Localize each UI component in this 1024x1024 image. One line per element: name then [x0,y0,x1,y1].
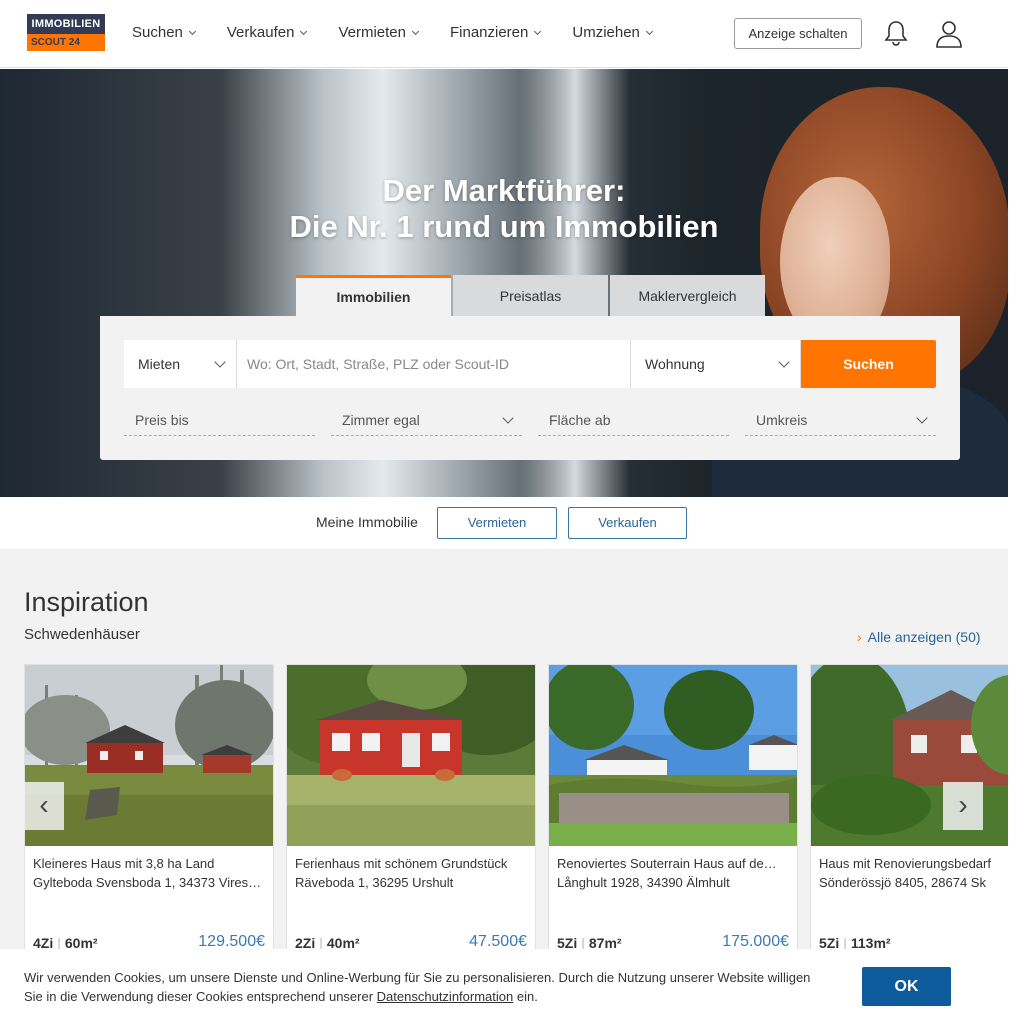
bell-icon[interactable] [884,20,908,46]
nav-umziehen[interactable]: Umziehen [572,24,653,41]
offer-type-select[interactable]: Mieten [124,340,237,388]
listing-title: Kleineres Haus mit 3,8 ha Land [33,856,215,871]
chevron-right-icon: › [857,629,862,645]
cookie-ok-button[interactable]: OK [862,967,951,1006]
chevron-down-icon [534,27,542,35]
price-filter-input[interactable]: Preis bis [124,408,315,436]
anzeige-schalten-button[interactable]: Anzeige schalten [734,18,862,49]
hero-title-line1: Der Marktführer: [382,173,626,208]
inspiration-title: Inspiration [24,587,149,617]
search-panel: Mieten Wo: Ort, Stadt, Straße, PLZ oder … [100,316,960,460]
listing-address: Räveboda 1, 36295 Urshult [295,875,454,890]
chevron-down-icon [502,412,514,424]
house-photo-3 [549,665,797,846]
nav-finanzieren[interactable]: Finanzieren [449,24,542,41]
listing-title: Ferienhaus mit schönem Grundstück [295,856,508,871]
verkaufen-button[interactable]: Verkaufen [568,507,687,539]
listing-address: Långhult 1928, 34390 Älmhult [557,875,730,890]
cookie-text: Wir verwenden Cookies, um unsere Dienste… [24,968,824,1006]
listing-address: Sönderössjö 8405, 28674 Sk [819,875,986,890]
listing-title: Renoviertes Souterrain Haus auf de… [557,856,777,871]
datenschutz-link[interactable]: Datenschutzinformation [377,989,514,1004]
nav-verkaufen[interactable]: Verkaufen [226,24,308,41]
listing-title: Haus mit Renovierungsbedarf [819,856,991,871]
search-tabs: Immobilien Preisatlas Maklervergleich [296,275,767,316]
house-photo-2 [287,665,535,846]
chevron-left-icon: ‹ [39,789,49,820]
vermieten-button[interactable]: Vermieten [437,507,557,539]
listing-card[interactable]: Renoviertes Souterrain Haus auf de… Lång… [548,664,798,964]
logo-line1: IMMOBILIEN [27,14,105,34]
area-filter-input[interactable]: Fläche ab [538,408,729,436]
nav-suchen-label: Suchen [132,24,183,41]
main-nav: Suchen Verkaufen Vermieten Finanzieren U… [132,24,684,41]
nav-vermieten-label: Vermieten [338,24,406,41]
listing-card[interactable]: Ferienhaus mit schönem Grundstück Rävebo… [286,664,536,964]
top-header: IMMOBILIEN SCOUT 24 Suchen Verkaufen Ver… [0,0,1008,68]
nav-umziehen-label: Umziehen [572,24,640,41]
chevron-down-icon [214,356,226,368]
user-icon[interactable] [936,20,962,48]
chevron-right-icon: › [958,789,968,820]
filter-row: Preis bis Zimmer egal Fläche ab Umkreis [124,408,936,436]
see-all-label: Alle anzeigen (50) [867,629,981,645]
listing-address: Gylteboda Svensboda 1, 34373 Vires… [33,875,262,890]
tab-preisatlas[interactable]: Preisatlas [453,275,608,316]
chevron-down-icon [645,27,653,35]
chevron-down-icon [300,27,308,35]
nav-verkaufen-label: Verkaufen [226,24,295,41]
search-field-row: Mieten Wo: Ort, Stadt, Straße, PLZ oder … [124,340,936,388]
listing-carousel: Kleineres Haus mit 3,8 ha Land Gylteboda… [24,664,1008,964]
hero-title: Der Marktführer: Die Nr. 1 rund um Immob… [0,173,1008,245]
property-type-select[interactable]: Wohnung [631,340,801,388]
tab-immobilien[interactable]: Immobilien [296,275,451,316]
hero-title-line2: Die Nr. 1 rund um Immobilien [289,209,719,244]
chevron-down-icon [778,356,790,368]
rooms-filter-select[interactable]: Zimmer egal [331,408,522,436]
property-type-value: Wohnung [645,356,705,372]
immobilienscout24-logo[interactable]: IMMOBILIEN SCOUT 24 [27,14,105,52]
chevron-down-icon [188,27,196,35]
carousel-next-button[interactable]: › [943,782,983,830]
chevron-down-icon [411,27,420,35]
listing-photo [287,665,535,846]
radius-filter-value: Umkreis [756,412,808,428]
see-all-link[interactable]: › Alle anzeigen (50) [857,629,981,645]
cookie-text-part2: ein. [513,989,538,1004]
carousel-prev-button[interactable]: ‹ [24,782,64,830]
inspiration-subtitle: Schwedenhäuser [24,626,140,643]
meine-immobilie-bar: Meine Immobilie Vermieten Verkaufen [0,497,1008,549]
tab-maklervergleich[interactable]: Maklervergleich [610,275,765,316]
hero-banner: Der Marktführer: Die Nr. 1 rund um Immob… [0,69,1008,497]
search-submit-button[interactable]: Suchen [801,340,936,388]
cookie-banner: Wir verwenden Cookies, um unsere Dienste… [0,949,1008,1024]
nav-finanzieren-label: Finanzieren [449,24,529,41]
radius-filter-select[interactable]: Umkreis [745,408,936,436]
page-right-edge [1008,0,1024,1024]
logo-line2: SCOUT 24 [27,34,105,51]
listing-photo [549,665,797,846]
meine-immobilie-label: Meine Immobilie [316,514,418,530]
chevron-down-icon [916,412,928,424]
rooms-filter-value: Zimmer egal [342,412,420,428]
location-input[interactable]: Wo: Ort, Stadt, Straße, PLZ oder Scout-I… [237,340,631,388]
nav-vermieten[interactable]: Vermieten [338,24,420,41]
nav-suchen[interactable]: Suchen [132,24,196,41]
offer-type-value: Mieten [138,356,181,372]
